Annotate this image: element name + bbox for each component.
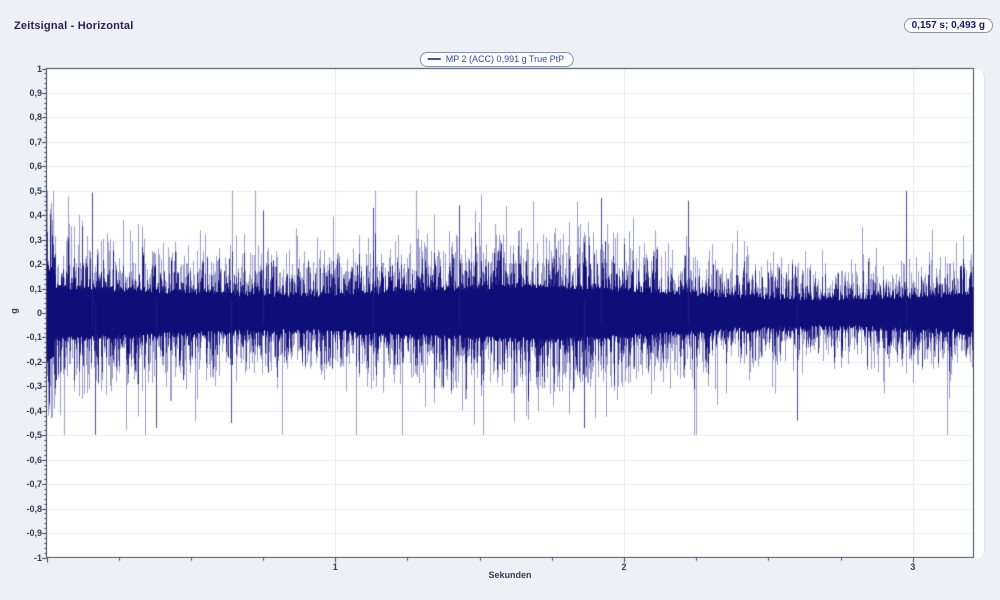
y-tick-label: 0,2: [29, 259, 42, 270]
waveform-plot[interactable]: [0, 0, 1000, 600]
series-line-swatch-icon: [427, 58, 441, 60]
y-tick-label: 0,3: [29, 234, 42, 245]
y-tick-label: 0,6: [29, 161, 42, 172]
y-tick-label: -0,4: [26, 405, 42, 416]
y-tick-label: 0,9: [29, 87, 42, 98]
y-tick-label: -1: [33, 552, 42, 563]
y-tick-label: -0,6: [26, 454, 42, 465]
legend-pill[interactable]: MP 2 (ACC) 0,991 g True PtP: [419, 52, 575, 67]
y-tick-label: -0,1: [26, 332, 42, 343]
y-tick-label: 1: [36, 63, 42, 74]
y-tick-label: -0,7: [26, 479, 42, 490]
y-axis-title: g: [9, 308, 19, 314]
x-tick-label: 1: [332, 562, 338, 572]
x-tick-label: 3: [910, 562, 916, 572]
y-tick-label: -0,9: [26, 528, 42, 539]
y-tick-label: 0,5: [29, 185, 42, 196]
y-tick-label: 0,1: [29, 283, 42, 294]
y-tick-label: -0,8: [26, 503, 42, 514]
y-tick-label: 0,8: [29, 112, 42, 123]
legend-label: MP 2 (ACC) 0,991 g True PtP: [445, 54, 565, 64]
y-tick-label: -0,5: [26, 430, 42, 441]
app-window: Zeitsignal - Horizontal 0,157 s; 0,493 g…: [0, 0, 1000, 600]
y-tick-label: -0,2: [26, 356, 42, 367]
y-tick-label: 0: [36, 308, 42, 318]
y-tick-label: 0,7: [29, 136, 42, 147]
y-tick-label: 0,4: [29, 210, 42, 221]
y-tick-label: -0,3: [26, 381, 42, 392]
x-tick-label: 2: [621, 562, 627, 572]
x-axis-title: Sekunden: [488, 570, 532, 580]
